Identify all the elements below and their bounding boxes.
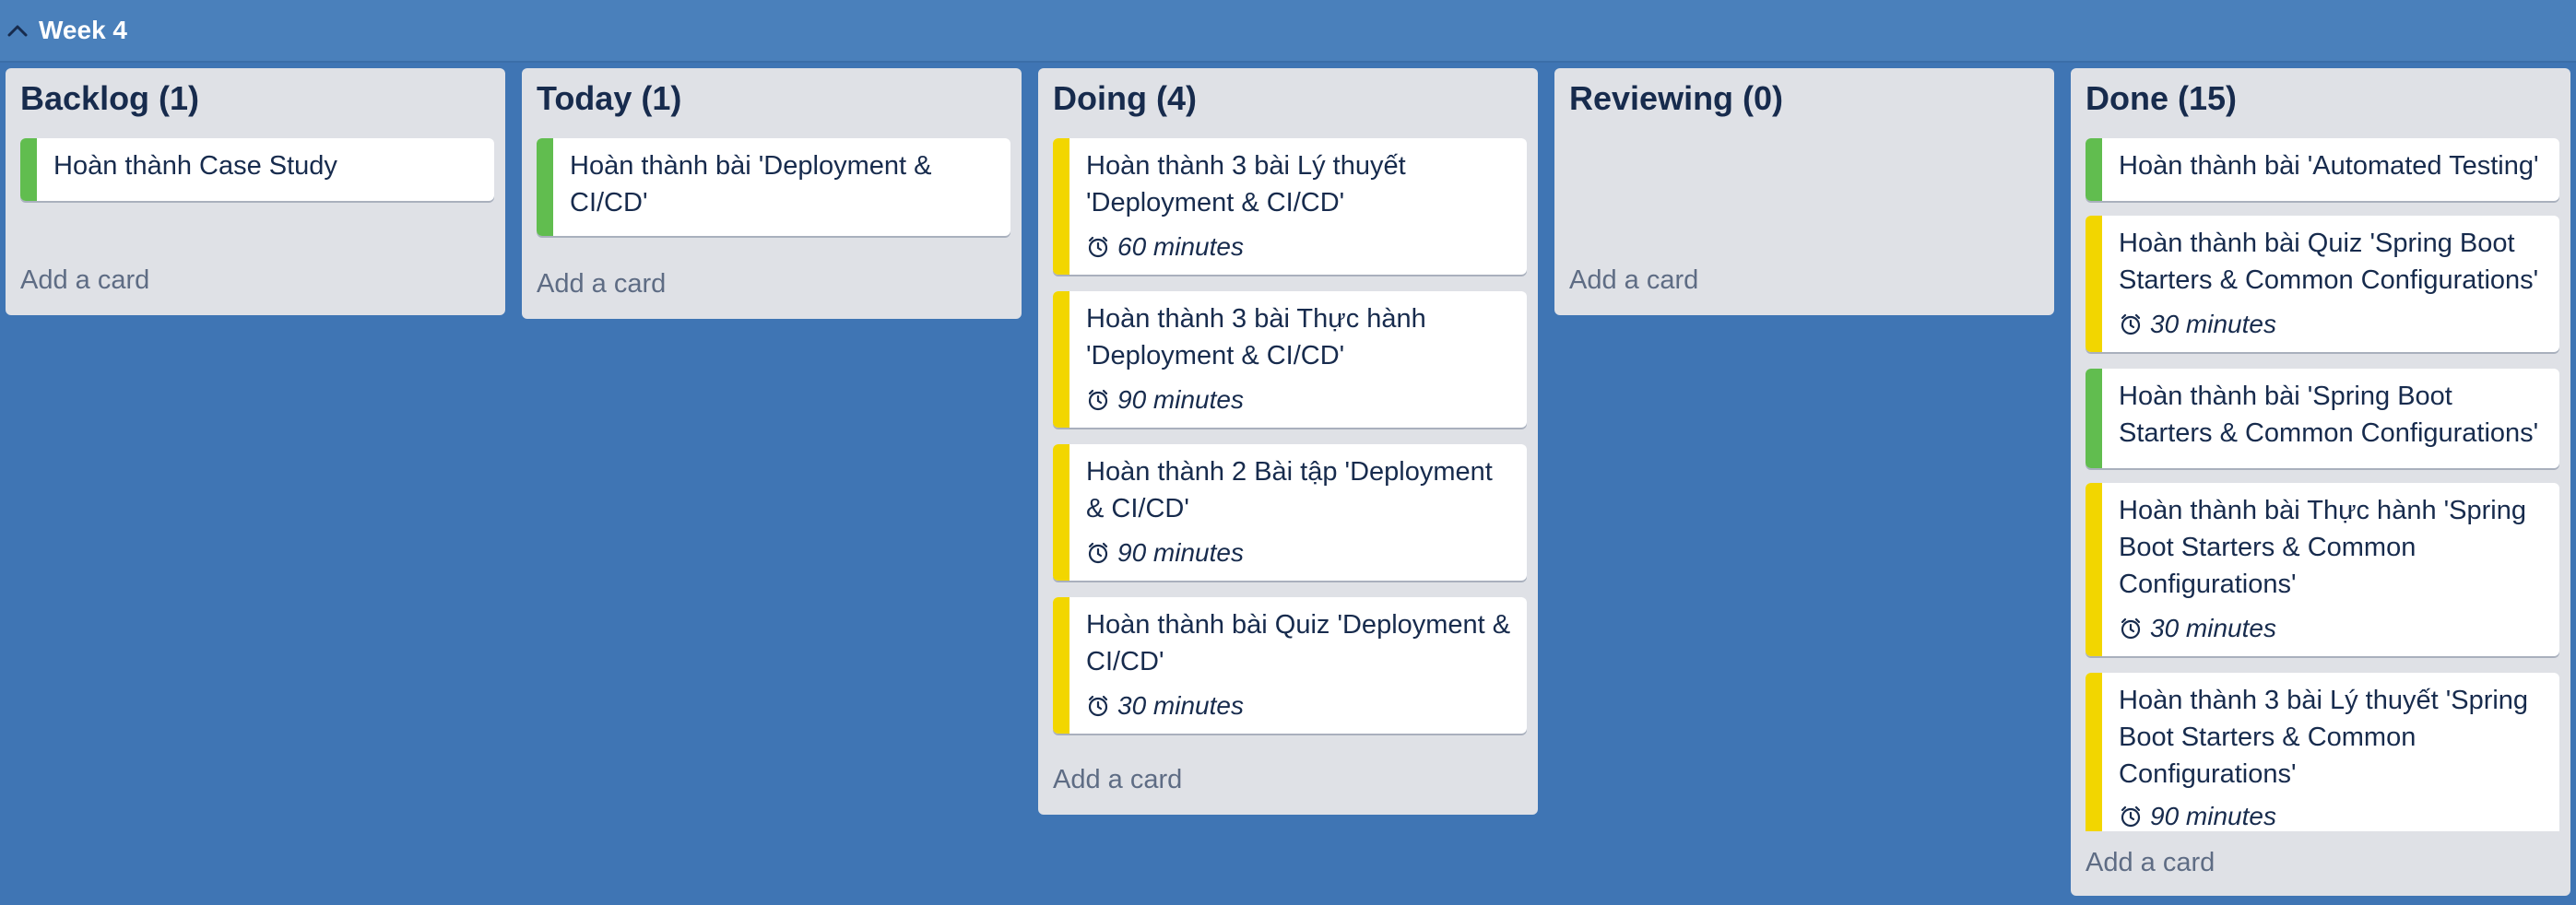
yellow-label: [1053, 138, 1069, 275]
card-title: Hoàn thành bài Quiz 'Deployment & CI/CD': [1086, 610, 1511, 676]
duration-text: 60 minutes: [1117, 232, 1244, 261]
card-title: Hoàn thành bài Thực hành 'Spring Boot St…: [2119, 496, 2526, 599]
card[interactable]: Hoàn thành 3 bài Lý thuyết 'Deployment &…: [1053, 138, 1527, 275]
list-title[interactable]: Done (15): [2086, 79, 2237, 118]
yellow-label: [1053, 597, 1069, 734]
green-label: [20, 138, 37, 201]
list-doing: Doing (4) Hoàn thành 3 bài Lý thuyết 'De…: [1038, 68, 1538, 815]
duration-text: 90 minutes: [2150, 802, 2276, 830]
clock-icon: [1086, 541, 1110, 565]
clock-icon: [2119, 617, 2143, 641]
board-header: Week 4: [0, 0, 2576, 63]
list-done: Done (15) Hoàn thành bài 'Automated Test…: [2071, 68, 2570, 896]
yellow-label: [1053, 444, 1069, 581]
card[interactable]: Hoàn thành bài Thực hành 'Spring Boot St…: [2086, 483, 2559, 656]
card[interactable]: Hoàn thành bài Quiz 'Spring Boot Starter…: [2086, 216, 2559, 352]
clock-icon: [1086, 235, 1110, 259]
list-reviewing: Reviewing (0) Add a card: [1554, 68, 2054, 315]
card[interactable]: Hoàn thành bài 'Deployment & CI/CD': [537, 138, 1010, 236]
card[interactable]: Hoàn thành 3 bài Lý thuyết 'Spring Boot …: [2086, 673, 2559, 831]
card-title: Hoàn thành bài 'Automated Testing': [2119, 151, 2539, 181]
duration-text: 30 minutes: [1117, 691, 1244, 720]
card-title: Hoàn thành 3 bài Lý thuyết 'Spring Boot …: [2119, 686, 2529, 789]
add-card-button[interactable]: Add a card: [20, 265, 149, 296]
clock-icon: [1086, 388, 1110, 412]
list-title[interactable]: Backlog (1): [20, 79, 199, 118]
yellow-label: [2086, 216, 2102, 352]
duration-badge: 30 minutes: [2119, 308, 2276, 341]
yellow-label: [2086, 673, 2102, 831]
card-title: Hoàn thành 2 Bài tập 'Deployment & CI/CD…: [1086, 457, 1493, 523]
card[interactable]: Hoàn thành bài 'Spring Boot Starters & C…: [2086, 369, 2559, 468]
duration-text: 90 minutes: [1117, 385, 1244, 414]
card[interactable]: Hoàn thành bài Quiz 'Deployment & CI/CD'…: [1053, 597, 1527, 734]
card-title: Hoàn thành 3 bài Lý thuyết 'Deployment &…: [1086, 151, 1406, 217]
list-title[interactable]: Today (1): [537, 79, 681, 118]
clock-icon: [2119, 805, 2143, 829]
list-backlog: Backlog (1) Hoàn thành Case Study Add a …: [6, 68, 505, 315]
card[interactable]: Hoàn thành 3 bài Thực hành 'Deployment &…: [1053, 291, 1527, 428]
duration-badge: 30 minutes: [2119, 612, 2276, 645]
card-title: Hoàn thành bài Quiz 'Spring Boot Starter…: [2119, 229, 2539, 295]
card-title: Hoàn thành bài 'Deployment & CI/CD': [570, 151, 932, 217]
duration-text: 30 minutes: [2150, 614, 2276, 642]
done-card-container[interactable]: Hoàn thành bài 'Automated Testing' Hoàn …: [2071, 138, 2570, 831]
green-label: [2086, 138, 2102, 201]
add-card-button[interactable]: Add a card: [1569, 265, 1698, 296]
week-title: Week 4: [39, 16, 127, 44]
list-title[interactable]: Reviewing (0): [1569, 79, 1783, 118]
duration-badge: 90 minutes: [1086, 536, 1244, 570]
yellow-label: [1053, 291, 1069, 428]
duration-text: 90 minutes: [1117, 538, 1244, 567]
add-card-button[interactable]: Add a card: [537, 269, 666, 300]
duration-badge: 60 minutes: [1086, 230, 1244, 264]
yellow-label: [2086, 483, 2102, 656]
duration-badge: 90 minutes: [2119, 800, 2276, 831]
card-title: Hoàn thành 3 bài Thực hành 'Deployment &…: [1086, 304, 1426, 370]
card[interactable]: Hoàn thành bài 'Automated Testing': [2086, 138, 2559, 201]
duration-text: 30 minutes: [2150, 310, 2276, 338]
clock-icon: [1086, 694, 1110, 718]
green-label: [2086, 369, 2102, 468]
card[interactable]: Hoàn thành Case Study: [20, 138, 494, 201]
duration-badge: 90 minutes: [1086, 383, 1244, 417]
add-card-button[interactable]: Add a card: [2086, 848, 2215, 878]
clock-icon: [2119, 312, 2143, 336]
list-title[interactable]: Doing (4): [1053, 79, 1197, 118]
add-card-button[interactable]: Add a card: [1053, 765, 1182, 795]
card-title: Hoàn thành Case Study: [53, 151, 337, 181]
chevron-up-icon[interactable]: [6, 18, 30, 42]
duration-badge: 30 minutes: [1086, 689, 1244, 723]
green-label: [537, 138, 553, 236]
card-title: Hoàn thành bài 'Spring Boot Starters & C…: [2119, 382, 2539, 448]
list-today: Today (1) Hoàn thành bài 'Deployment & C…: [522, 68, 1022, 319]
card[interactable]: Hoàn thành 2 Bài tập 'Deployment & CI/CD…: [1053, 444, 1527, 581]
week-toggle[interactable]: Week 4: [6, 9, 127, 52]
